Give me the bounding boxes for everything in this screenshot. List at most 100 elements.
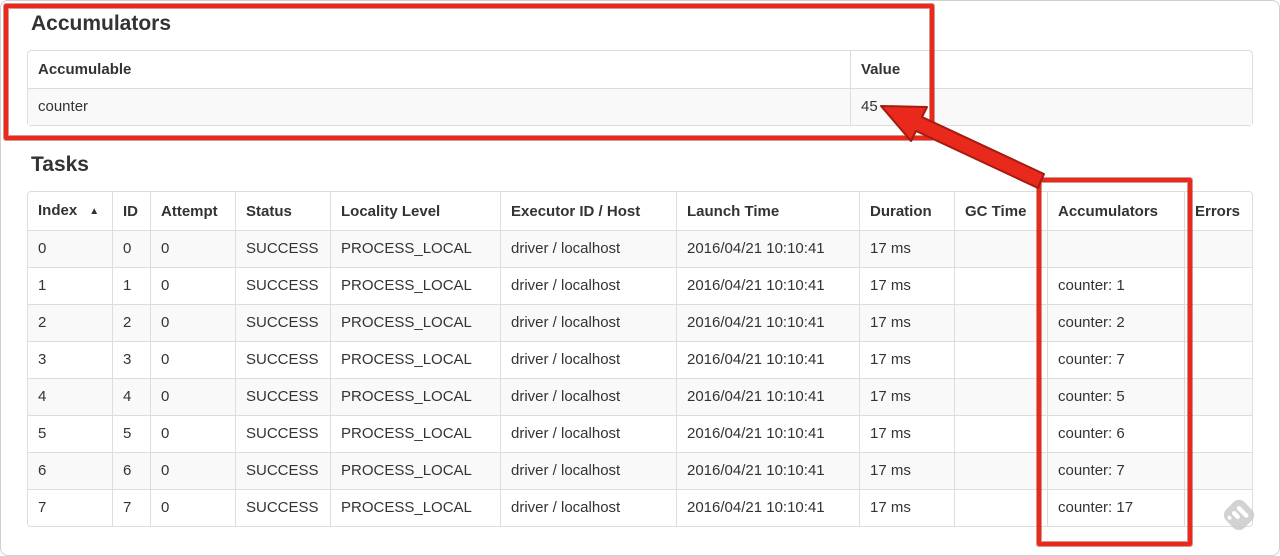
task-row: 3 3 0 SUCCESS PROCESS_LOCAL driver / loc… — [28, 341, 1252, 378]
task-gc-time-cell — [954, 452, 1047, 489]
task-status-cell: SUCCESS — [235, 489, 330, 526]
task-executor-id-host-cell: driver / localhost — [500, 230, 676, 267]
tasks-header-gc-time[interactable]: GC Time — [954, 192, 1047, 230]
task-executor-id-host-cell: driver / localhost — [500, 304, 676, 341]
task-executor-id-host-cell: driver / localhost — [500, 267, 676, 304]
tasks-table-body: 0 0 0 SUCCESS PROCESS_LOCAL driver / loc… — [28, 230, 1252, 526]
task-accumulators-cell: counter: 1 — [1047, 267, 1184, 304]
task-status-cell: SUCCESS — [235, 452, 330, 489]
task-errors-cell — [1184, 230, 1252, 267]
task-attempt-cell: 0 — [150, 304, 235, 341]
task-status-cell: SUCCESS — [235, 378, 330, 415]
sort-asc-icon: ▲ — [89, 206, 100, 217]
task-launch-time-cell: 2016/04/21 10:10:41 — [676, 267, 859, 304]
task-accumulators-cell — [1047, 230, 1184, 267]
task-row: 5 5 0 SUCCESS PROCESS_LOCAL driver / loc… — [28, 415, 1252, 452]
task-duration-cell: 17 ms — [859, 341, 954, 378]
task-id-cell: 5 — [112, 415, 150, 452]
task-id-cell: 3 — [112, 341, 150, 378]
task-accumulators-cell: counter: 5 — [1047, 378, 1184, 415]
task-status-cell: SUCCESS — [235, 415, 330, 452]
task-id-cell: 4 — [112, 378, 150, 415]
accumulators-header-value: Value — [850, 51, 1252, 88]
feedly-watermark-icon — [1223, 499, 1255, 531]
task-executor-id-host-cell: driver / localhost — [500, 341, 676, 378]
task-gc-time-cell — [954, 341, 1047, 378]
tasks-header-launch-time[interactable]: Launch Time — [676, 192, 859, 230]
task-status-cell: SUCCESS — [235, 230, 330, 267]
accumulable-value-cell: 45 — [850, 88, 1252, 125]
task-id-cell: 1 — [112, 267, 150, 304]
tasks-section-title: Tasks — [31, 153, 89, 176]
task-locality-level-cell: PROCESS_LOCAL — [330, 452, 500, 489]
tasks-header-attempt[interactable]: Attempt — [150, 192, 235, 230]
task-launch-time-cell: 2016/04/21 10:10:41 — [676, 378, 859, 415]
task-index-cell: 1 — [28, 267, 112, 304]
task-executor-id-host-cell: driver / localhost — [500, 415, 676, 452]
task-duration-cell: 17 ms — [859, 415, 954, 452]
task-status-cell: SUCCESS — [235, 341, 330, 378]
task-errors-cell — [1184, 267, 1252, 304]
task-gc-time-cell — [954, 415, 1047, 452]
task-executor-id-host-cell: driver / localhost — [500, 452, 676, 489]
task-index-cell: 2 — [28, 304, 112, 341]
tasks-header-accumulators[interactable]: Accumulators — [1047, 192, 1184, 230]
task-attempt-cell: 0 — [150, 341, 235, 378]
task-locality-level-cell: PROCESS_LOCAL — [330, 267, 500, 304]
accumulators-header-accumulable: Accumulable — [38, 61, 132, 78]
task-accumulators-cell: counter: 6 — [1047, 415, 1184, 452]
task-accumulators-cell: counter: 17 — [1047, 489, 1184, 526]
tasks-header-row: Index ▲ ID Attempt Status Locality Level … — [28, 192, 1252, 230]
tasks-header-index-label: Index — [38, 202, 78, 219]
tasks-header-status[interactable]: Status — [235, 192, 330, 230]
task-id-cell: 6 — [112, 452, 150, 489]
task-locality-level-cell: PROCESS_LOCAL — [330, 341, 500, 378]
task-launch-time-cell: 2016/04/21 10:10:41 — [676, 304, 859, 341]
tasks-header-executor-id-host[interactable]: Executor ID / Host — [500, 192, 676, 230]
accumulator-row: counter 45 — [28, 88, 1252, 125]
task-index-cell: 7 — [28, 489, 112, 526]
task-duration-cell: 17 ms — [859, 452, 954, 489]
task-launch-time-cell: 2016/04/21 10:10:41 — [676, 489, 859, 526]
task-errors-cell — [1184, 415, 1252, 452]
task-accumulators-cell: counter: 7 — [1047, 452, 1184, 489]
task-launch-time-cell: 2016/04/21 10:10:41 — [676, 452, 859, 489]
task-index-cell: 5 — [28, 415, 112, 452]
task-executor-id-host-cell: driver / localhost — [500, 378, 676, 415]
task-errors-cell — [1184, 304, 1252, 341]
tasks-header-id[interactable]: ID — [112, 192, 150, 230]
task-attempt-cell: 0 — [150, 415, 235, 452]
task-gc-time-cell — [954, 304, 1047, 341]
task-index-cell: 4 — [28, 378, 112, 415]
tasks-header-errors[interactable]: Errors — [1184, 192, 1252, 230]
task-attempt-cell: 0 — [150, 489, 235, 526]
task-attempt-cell: 0 — [150, 267, 235, 304]
task-gc-time-cell — [954, 378, 1047, 415]
task-accumulators-cell: counter: 7 — [1047, 341, 1184, 378]
task-attempt-cell: 0 — [150, 452, 235, 489]
task-launch-time-cell: 2016/04/21 10:10:41 — [676, 230, 859, 267]
task-errors-cell — [1184, 378, 1252, 415]
task-id-cell: 2 — [112, 304, 150, 341]
task-id-cell: 0 — [112, 230, 150, 267]
spark-stage-page: Accumulators Accumulable Value counter 4… — [0, 0, 1280, 556]
accumulators-header-row: Accumulable Value — [28, 51, 1252, 88]
task-gc-time-cell — [954, 267, 1047, 304]
task-gc-time-cell — [954, 230, 1047, 267]
task-locality-level-cell: PROCESS_LOCAL — [330, 415, 500, 452]
task-locality-level-cell: PROCESS_LOCAL — [330, 489, 500, 526]
accumulators-table: Accumulable Value counter 45 — [27, 50, 1253, 126]
tasks-header-locality-level[interactable]: Locality Level — [330, 192, 500, 230]
tasks-table: Index ▲ ID Attempt Status Locality Level … — [27, 191, 1253, 527]
task-errors-cell — [1184, 452, 1252, 489]
task-launch-time-cell: 2016/04/21 10:10:41 — [676, 415, 859, 452]
task-attempt-cell: 0 — [150, 378, 235, 415]
task-duration-cell: 17 ms — [859, 489, 954, 526]
task-row: 7 7 0 SUCCESS PROCESS_LOCAL driver / loc… — [28, 489, 1252, 526]
accumulators-section-title: Accumulators — [31, 12, 172, 35]
task-row: 1 1 0 SUCCESS PROCESS_LOCAL driver / loc… — [28, 267, 1252, 304]
tasks-header-index[interactable]: Index ▲ — [28, 192, 112, 230]
task-index-cell: 0 — [28, 230, 112, 267]
tasks-header-duration[interactable]: Duration — [859, 192, 954, 230]
task-launch-time-cell: 2016/04/21 10:10:41 — [676, 341, 859, 378]
